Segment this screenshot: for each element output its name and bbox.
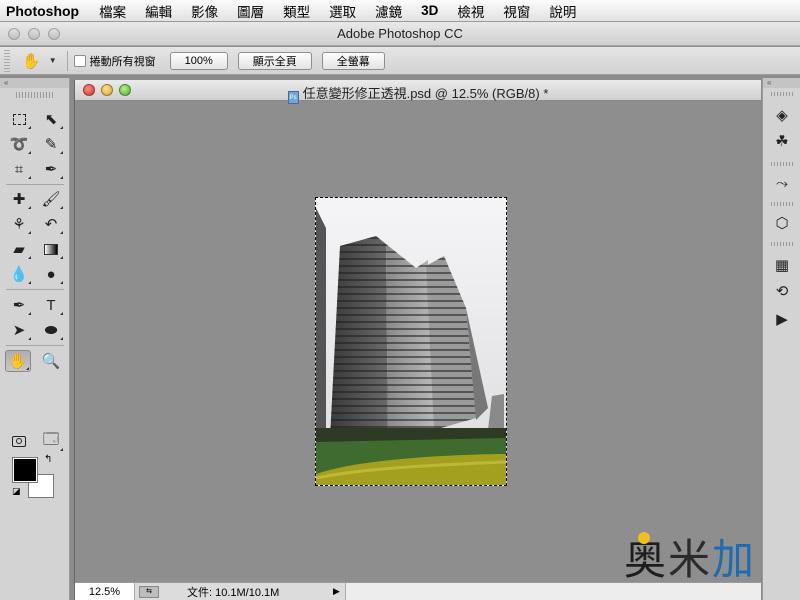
tool-preset-picker[interactable]: ✋ ▼ xyxy=(22,52,57,70)
panel-grip[interactable] xyxy=(771,162,793,166)
document-window: Ps 任意變形修正透視.psd @ 12.5% (RGB/8) * 12.5% … xyxy=(74,80,761,600)
zoom-level-field[interactable]: 12.5% xyxy=(75,582,135,600)
panel-grip[interactable] xyxy=(771,92,793,96)
panel-grip[interactable] xyxy=(771,202,793,206)
document-title: Ps 任意變形修正透視.psd @ 12.5% (RGB/8) * xyxy=(75,83,761,104)
menu-filter[interactable]: 濾鏡 xyxy=(375,1,402,21)
status-menu-arrow-icon[interactable]: ▶ xyxy=(333,586,340,597)
menu-view[interactable]: 檢視 xyxy=(457,1,484,21)
eraser-tool-icon[interactable]: ▰ xyxy=(6,238,32,260)
app-title-bar: Adobe Photoshop CC xyxy=(0,22,800,46)
brush-tool-icon[interactable]: 🖌 xyxy=(38,188,64,210)
healing-brush-tool-icon[interactable]: ✚ xyxy=(6,188,32,210)
watermark-dot xyxy=(638,532,650,544)
document-size-info: 文件: 10.1M/10.1M xyxy=(187,586,280,599)
document-title-text: 任意變形修正透視.psd @ 12.5% (RGB/8) * xyxy=(302,86,549,101)
panel-grip[interactable] xyxy=(771,242,793,246)
type-tool-icon[interactable]: T xyxy=(38,294,64,316)
menu-window[interactable]: 視窗 xyxy=(503,1,530,21)
hand-icon: ✋ xyxy=(22,52,41,70)
status-preview-icon[interactable]: ⇆ xyxy=(139,585,159,598)
ellipse-tool-icon[interactable]: ⬬ xyxy=(38,319,64,341)
checkbox-box[interactable] xyxy=(73,54,86,67)
menu-layer[interactable]: 圖層 xyxy=(237,1,264,21)
options-grip[interactable] xyxy=(4,49,10,72)
document-title-bar: Ps 任意變形修正透視.psd @ 12.5% (RGB/8) * xyxy=(75,80,761,104)
eyedropper-tool-icon[interactable]: ✒ xyxy=(38,158,64,180)
psd-file-icon: Ps xyxy=(287,91,299,104)
hand-tool-icon[interactable]: ✋ xyxy=(5,350,31,372)
building-photo xyxy=(316,198,506,485)
paths-panel-icon[interactable]: ⤳ xyxy=(769,172,795,194)
fill-screen-button[interactable]: 全螢幕 xyxy=(321,51,385,70)
quick-selection-tool-icon[interactable]: ✎ xyxy=(38,133,64,155)
divider xyxy=(6,184,64,185)
menu-help[interactable]: 說明 xyxy=(549,1,576,21)
menu-3d[interactable]: 3D xyxy=(421,3,438,18)
divider xyxy=(66,50,68,71)
layers-panel-icon[interactable]: ◈ xyxy=(769,104,795,126)
dodge-tool-icon[interactable]: ● xyxy=(38,263,64,285)
zoom-tool-icon[interactable]: 🔍 xyxy=(38,350,64,372)
blur-tool-icon[interactable]: 💧 xyxy=(6,263,32,285)
channels-panel-icon[interactable]: ☘ xyxy=(769,130,795,152)
move-tool-icon[interactable]: ⬉ xyxy=(38,108,64,130)
foreground-color-swatch[interactable] xyxy=(13,458,37,482)
tools-grip[interactable] xyxy=(16,92,53,98)
history-panel-icon[interactable]: ⟲ xyxy=(769,280,795,302)
menu-file[interactable]: 檔案 xyxy=(99,1,126,21)
fit-screen-button[interactable]: 顯示全頁 xyxy=(237,51,312,70)
screen-mode-icon[interactable]: 🗔 xyxy=(38,430,64,452)
watermark-char-3: 加 xyxy=(712,535,755,584)
history-brush-tool-icon[interactable]: ↶ xyxy=(38,213,64,235)
zoom-100-button[interactable]: 100% xyxy=(169,51,228,70)
marquee-tool-icon[interactable] xyxy=(6,108,32,130)
clone-stamp-tool-icon[interactable]: ⚘ xyxy=(6,213,32,235)
menu-type[interactable]: 類型 xyxy=(283,1,310,21)
menu-image[interactable]: 影像 xyxy=(191,1,218,21)
tools-panel: « ⬉ ➰ ✎ ⌗ ✒ ✚ 🖌 ⚘ ↶ ▰ 💧 ● ✒ T ➤ ⬬ ✋ 🔍 ↰ … xyxy=(0,78,70,600)
swap-colors-icon[interactable]: ↰ xyxy=(44,454,52,465)
swatches-panel-icon[interactable]: ▦ xyxy=(769,254,795,276)
gradient-tool-icon[interactable] xyxy=(38,238,64,260)
quick-mask-icon[interactable] xyxy=(6,430,32,452)
scroll-all-windows-checkbox[interactable]: 捲動所有視窗 xyxy=(73,53,156,69)
app-title: Adobe Photoshop CC xyxy=(337,26,463,41)
3d-panel-icon[interactable]: ⬡ xyxy=(769,212,795,234)
canvas-image[interactable] xyxy=(315,197,507,486)
menu-bar: Photoshop 檔案 編輯 影像 圖層 類型 選取 濾鏡 3D 檢視 視窗 … xyxy=(0,0,800,22)
actions-panel-icon[interactable]: ▶ xyxy=(769,308,795,330)
collapse-panel-button[interactable]: « xyxy=(0,78,69,88)
scroll-all-windows-label: 捲動所有視窗 xyxy=(89,55,156,68)
pen-tool-icon[interactable]: ✒ xyxy=(6,294,32,316)
app-menu[interactable]: Photoshop xyxy=(6,3,79,19)
menu-edit[interactable]: 編輯 xyxy=(145,1,172,21)
crop-tool-icon[interactable]: ⌗ xyxy=(6,158,32,180)
lasso-tool-icon[interactable]: ➰ xyxy=(6,133,32,155)
watermark-char-2: 米 xyxy=(668,535,711,584)
options-bar: ✋ ▼ 捲動所有視窗 100% 顯示全頁 全螢幕 xyxy=(0,47,800,75)
divider xyxy=(6,345,64,346)
default-colors-icon[interactable]: ◪ xyxy=(12,486,21,497)
panel-dock: « ◈ ☘ ⤳ ⬡ ▦ ⟲ ▶ xyxy=(762,78,800,600)
path-selection-tool-icon[interactable]: ➤ xyxy=(6,319,32,341)
watermark-logo: 奥 米 加 xyxy=(624,526,754,587)
chevron-down-icon: ▼ xyxy=(48,56,57,65)
divider xyxy=(6,289,64,290)
expand-panels-button[interactable]: « xyxy=(763,78,800,88)
menu-select[interactable]: 選取 xyxy=(329,1,356,21)
